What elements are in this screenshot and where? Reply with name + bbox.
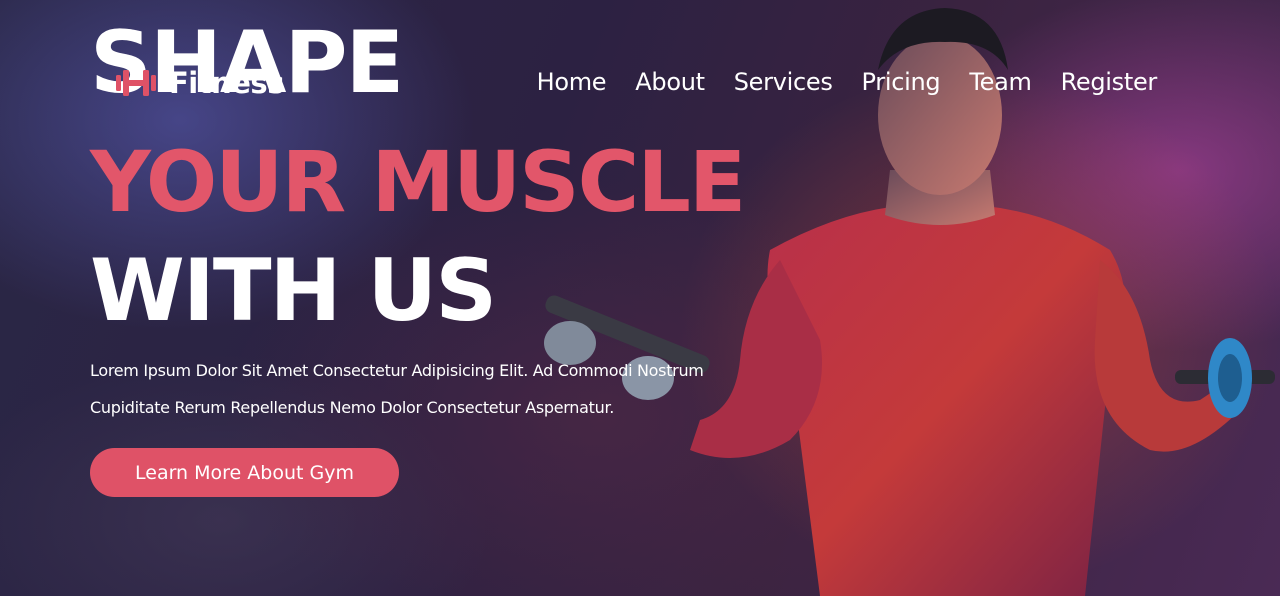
brand-logo[interactable]: Fitness	[115, 66, 284, 100]
hero-description-line-2: Cupiditate Rerum Repellendus Nemo Dolor …	[90, 398, 615, 417]
nav-item-services: Services	[734, 68, 833, 96]
main-nav: Home About Services Pricing Team Registe…	[537, 68, 1158, 96]
hero-section: SHAPE YOUR MUSCLE WITH US Fitness Home A…	[0, 0, 1280, 596]
nav-link-services[interactable]: Services	[734, 68, 833, 96]
nav-item-about: About	[635, 68, 705, 96]
nav-link-about[interactable]: About	[635, 68, 705, 96]
nav-item-home: Home	[537, 68, 607, 96]
learn-more-button[interactable]: Learn More About Gym	[90, 448, 399, 497]
headline-line-your-muscle: YOUR MUSCLE	[90, 133, 746, 231]
nav-link-pricing[interactable]: Pricing	[862, 68, 941, 96]
hero-description-line-1: Lorem Ipsum Dolor Sit Amet Consectetur A…	[90, 361, 704, 380]
nav-item-pricing: Pricing	[862, 68, 941, 96]
nav-item-register: Register	[1061, 68, 1158, 96]
hero-description: Lorem Ipsum Dolor Sit Amet Consectetur A…	[90, 352, 770, 426]
dumbbell-icon	[116, 70, 156, 96]
brand-name: Fitness	[169, 66, 284, 100]
nav-link-register[interactable]: Register	[1061, 68, 1158, 96]
nav-item-team: Team	[969, 68, 1032, 96]
nav-link-team[interactable]: Team	[969, 68, 1032, 96]
headline-line-with-us: WITH US	[90, 241, 497, 341]
nav-link-home[interactable]: Home	[537, 68, 607, 96]
